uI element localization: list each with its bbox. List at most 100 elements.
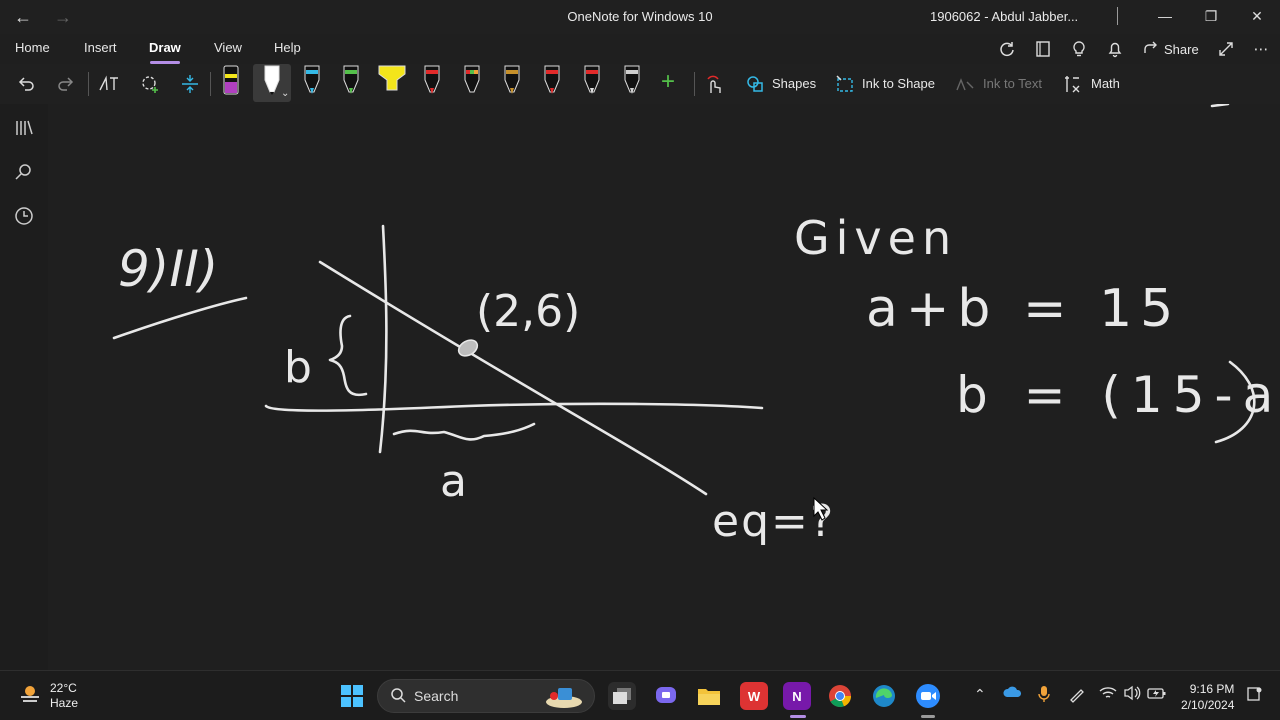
active-app-indicator [790, 715, 806, 718]
minimize-icon[interactable]: — [1142, 0, 1188, 32]
b-brace [328, 314, 368, 397]
window-title: OneNote for Windows 10 [567, 9, 713, 24]
back-arrow-icon[interactable]: ← [10, 4, 36, 30]
tab-draw[interactable]: Draw [149, 40, 181, 55]
battery-icon[interactable] [1147, 685, 1167, 704]
windows-start-icon[interactable] [338, 682, 366, 710]
green-pen-icon[interactable] [341, 64, 361, 96]
clock-date: 2/10/2024 [1181, 698, 1235, 712]
purple-highlighter-icon[interactable] [221, 64, 241, 96]
equation-1: a+b = 15 [866, 279, 1181, 339]
chrome-icon[interactable] [826, 682, 854, 710]
tab-help[interactable]: Help [274, 40, 301, 55]
more-options-icon[interactable]: ⋯ [1250, 38, 1272, 60]
pen-menu-icon[interactable] [1068, 685, 1086, 706]
notification-icon[interactable] [1246, 686, 1262, 705]
share-label: Share [1164, 42, 1199, 57]
a-brace [392, 422, 536, 441]
temperature: 22°C [50, 681, 77, 695]
edge-icon[interactable] [870, 682, 898, 710]
wifi-icon[interactable] [1099, 685, 1117, 704]
chevron-down-icon[interactable]: ⌄ [281, 88, 289, 99]
weather-widget[interactable]: 22°C Haze [18, 681, 78, 711]
tab-insert[interactable]: Insert [84, 40, 117, 55]
a-label: a [440, 456, 467, 507]
task-view-icon[interactable] [608, 682, 636, 710]
ink-to-text-icon[interactable] [954, 68, 976, 100]
weather-condition: Haze [50, 696, 79, 710]
expand-icon[interactable] [1215, 38, 1237, 60]
cyan-pen-icon[interactable] [302, 64, 322, 96]
wps-office-icon[interactable]: W [740, 682, 768, 710]
onenote-icon[interactable]: N [783, 682, 811, 710]
title-bar: ← → OneNote for Windows 10 1906062 - Abd… [0, 0, 1280, 34]
point-label: (2,6) [476, 286, 580, 337]
lightbulb-icon[interactable] [1068, 38, 1090, 60]
lasso-select-icon[interactable] [138, 68, 162, 100]
close-icon[interactable]: ✕ [1234, 0, 1280, 32]
undo-icon[interactable] [14, 68, 38, 100]
volume-icon[interactable] [1123, 685, 1141, 704]
taskbar-search-box[interactable]: Search [377, 679, 595, 713]
tab-view[interactable]: View [214, 40, 242, 55]
given-label: Given [794, 211, 957, 265]
red-pen-3-icon[interactable] [582, 64, 602, 96]
forward-arrow-icon[interactable]: → [50, 4, 76, 30]
haze-weather-icon [18, 682, 42, 711]
touch-draw-icon[interactable] [702, 68, 726, 100]
shapes-button[interactable]: Shapes [772, 76, 816, 91]
navigation-rail [0, 104, 48, 670]
restore-icon[interactable]: ❐ [1188, 0, 1234, 32]
system-clock[interactable]: 9:16 PM 2/10/2024 [1181, 681, 1234, 713]
search-icon[interactable] [12, 160, 36, 184]
bell-icon[interactable] [1104, 38, 1126, 60]
note-canvas[interactable]: 9)II) (2,6) b a Given a+b = 15 b = (15-a… [48, 104, 1280, 670]
b-label: b [284, 342, 312, 393]
zoom-icon[interactable] [914, 682, 942, 710]
problem-label: 9)II) [118, 240, 218, 298]
share-icon [1143, 40, 1159, 59]
toolbar-divider [88, 72, 89, 96]
redo-icon[interactable] [54, 68, 78, 100]
ink-drawing: 9)II) (2,6) b a Given a+b = 15 b = (15-a… [112, 104, 1280, 547]
microphone-icon[interactable] [1038, 685, 1050, 706]
share-button[interactable]: Share [1143, 40, 1199, 59]
toolbar-divider [210, 72, 211, 96]
notebook-icon[interactable] [1032, 38, 1054, 60]
toolbar-divider [694, 72, 695, 96]
notebooks-icon[interactable] [12, 116, 36, 140]
taskbar: 22°C Haze Search W N ⌃ 9:16 PM 2/10/2024 [0, 670, 1280, 720]
title-separator [1117, 7, 1118, 25]
recent-notes-icon[interactable] [12, 204, 36, 228]
clock-time: 9:16 PM [1189, 682, 1235, 696]
add-pen-icon[interactable]: + [661, 70, 675, 94]
red-pen-2-icon[interactable] [542, 64, 562, 96]
yellow-highlighter-icon[interactable] [377, 64, 407, 96]
sync-icon[interactable] [996, 38, 1018, 60]
multicolor-pen-icon[interactable] [462, 64, 482, 96]
math-button[interactable]: Math [1091, 76, 1120, 91]
add-space-icon[interactable] [178, 68, 202, 100]
tab-home[interactable]: Home [15, 40, 50, 55]
user-account[interactable]: 1906062 - Abdul Jabber... [930, 9, 1078, 24]
onedrive-icon[interactable] [1003, 685, 1023, 702]
shapes-icon[interactable] [744, 68, 766, 100]
equation-2: b = (15-a) [956, 366, 1280, 424]
white-pen-icon[interactable] [262, 64, 282, 96]
search-icon [390, 687, 406, 706]
brown-pen-icon[interactable] [502, 64, 522, 96]
chevron-up-icon[interactable]: ⌃ [974, 686, 986, 703]
search-placeholder: Search [414, 688, 459, 704]
ink-to-shape-button[interactable]: Ink to Shape [862, 76, 935, 91]
ink-to-shape-icon[interactable] [834, 68, 856, 100]
chat-icon[interactable] [652, 682, 680, 710]
gray-pen-icon[interactable] [622, 64, 642, 96]
ink-to-text-button[interactable]: Ink to Text [983, 76, 1042, 91]
x-axis [264, 402, 764, 412]
math-icon[interactable] [1062, 68, 1084, 100]
ink-stroke [1210, 104, 1230, 108]
search-highlight-icon [544, 684, 584, 713]
file-explorer-icon[interactable] [695, 682, 723, 710]
red-pen-icon[interactable] [422, 64, 442, 96]
type-select-icon[interactable] [96, 68, 122, 100]
